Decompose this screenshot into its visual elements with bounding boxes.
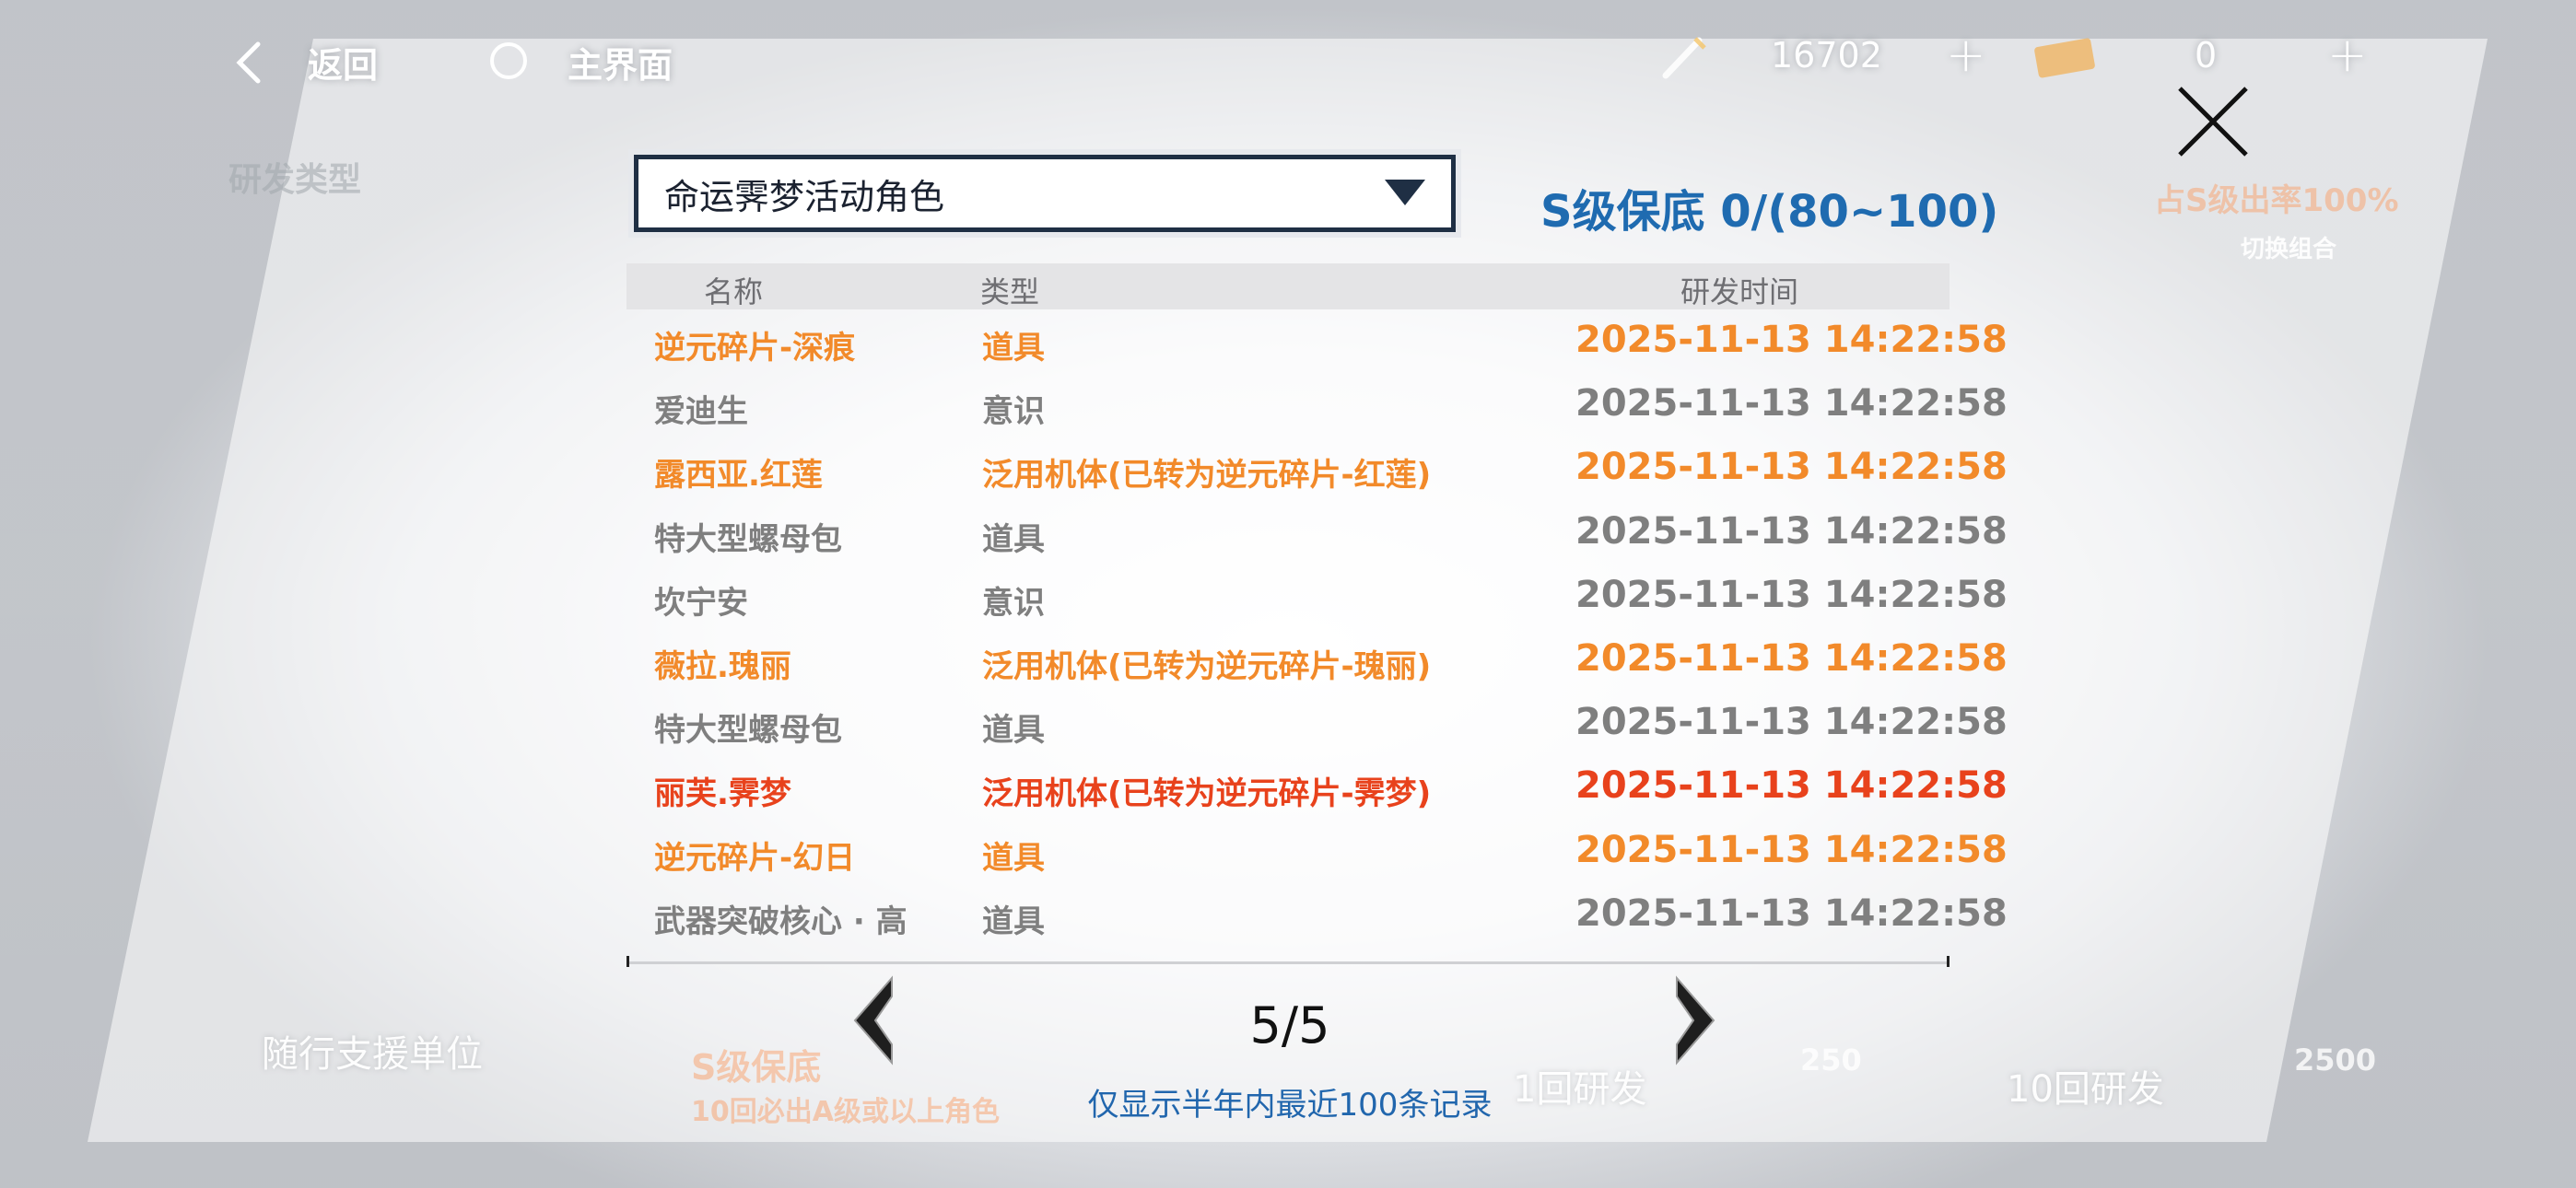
research-type-label: 研发类型: [228, 161, 362, 199]
ten-cost: 2500: [2294, 1042, 2377, 1077]
row-type: 泛用机体(已转为逆元碎片-霁梦): [982, 775, 1432, 813]
row-name: 逆元碎片-幻日: [654, 839, 856, 877]
row-type: 道具: [982, 330, 1045, 367]
row-name: 薇拉.瑰丽: [654, 647, 791, 685]
row-time: 2025-11-13 14:22:58: [1575, 891, 2008, 935]
row-type: 泛用机体(已转为逆元碎片-红莲): [982, 457, 1432, 495]
pen-icon: [1662, 37, 1706, 79]
s-pity-counter: S级保底 0/(80~100): [1540, 186, 1999, 238]
chevron-right-icon: [1676, 975, 1715, 1066]
table-divider: [626, 961, 1950, 964]
back-button[interactable]: 返回: [230, 33, 396, 88]
row-name: 露西亚.红莲: [654, 457, 823, 495]
table-row: 露西亚.红莲 泛用机体(已转为逆元碎片-红莲) 2025-11-13 14:22:5…: [626, 437, 2008, 500]
close-icon: [2178, 87, 2248, 157]
row-time: 2025-11-13 14:22:58: [1575, 573, 2008, 616]
home-label: 主界面: [568, 45, 673, 86]
table-row: 武器突破核心 · 高 道具 2025-11-13 14:22:58: [626, 883, 2008, 947]
next-page-button[interactable]: [1666, 974, 1721, 1066]
currency-2-add-button[interactable]: +: [2327, 28, 2368, 83]
row-time: 2025-11-13 14:22:58: [1575, 382, 2008, 425]
row-time: 2025-11-13 14:22:58: [1575, 509, 2008, 553]
row-name: 武器突破核心 · 高: [654, 903, 907, 940]
row-time: 2025-11-13 14:22:58: [1575, 446, 2008, 489]
row-name: 丽芙.霁梦: [654, 775, 791, 813]
close-button[interactable]: [2172, 81, 2254, 162]
currency-1-value: 16702: [1771, 35, 1882, 76]
column-header-time: 研发时间: [1680, 274, 1799, 309]
row-name: 特大型螺母包: [654, 520, 842, 558]
page-indicator: 5/5: [1249, 996, 1330, 1054]
table-row: 特大型螺母包 道具 2025-11-13 14:22:58: [626, 501, 2008, 565]
row-time: 2025-11-13 14:22:58: [1575, 319, 2008, 361]
table-row: 丽芙.霁梦 泛用机体(已转为逆元碎片-霁梦) 2025-11-13 14:22:58: [626, 755, 2008, 819]
single-cost: 250: [1800, 1042, 1862, 1077]
row-type: 意识: [982, 393, 1045, 431]
row-time: 2025-11-13 14:22:58: [1575, 828, 2008, 871]
table-body: 逆元碎片-深痕 道具 2025-11-13 14:22:58 爱迪生 意识 2025-11…: [626, 309, 2008, 947]
table-row: 坎宁安 意识 2025-11-13 14:22:58: [626, 565, 2008, 628]
currency-2-value: 0: [2195, 35, 2218, 76]
guarantee-text: 10回必出A级或以上角色: [691, 1096, 1000, 1128]
column-header-type: 类型: [980, 274, 1040, 309]
row-time: 2025-11-13 14:22:58: [1575, 636, 2008, 680]
circle-icon: [490, 42, 527, 79]
switch-combo-button[interactable]: 切换组合: [2241, 230, 2336, 264]
row-type: 泛用机体(已转为逆元碎片-瑰丽): [982, 647, 1432, 685]
companion-unit-label: 随行支援单位: [262, 1033, 483, 1076]
banner-select-dropdown[interactable]: 命运霁梦活动角色: [634, 155, 1456, 232]
row-type: 道具: [982, 520, 1045, 558]
triangle-down-icon: [1385, 180, 1425, 205]
s-pity-label: S级保底: [691, 1047, 822, 1088]
table-header: 名称 类型 研发时间: [626, 263, 1950, 309]
chevron-left-icon: [853, 975, 893, 1066]
table-row: 爱迪生 意识 2025-11-13 14:22:58: [626, 373, 2008, 437]
table-row: 特大型螺母包 道具 2025-11-13 14:22:58: [626, 692, 2008, 755]
row-time: 2025-11-13 14:22:58: [1575, 701, 2008, 744]
currency-1-add-button[interactable]: +: [1946, 28, 1986, 83]
prev-page-button[interactable]: [848, 974, 903, 1066]
row-type: 道具: [982, 903, 1045, 940]
divider-tick-right: [1947, 956, 1950, 967]
row-time: 2025-11-13 14:22:58: [1575, 764, 2008, 808]
chevron-left-icon: [236, 41, 261, 84]
table-row: 逆元碎片-深痕 道具 2025-11-13 14:22:58: [626, 309, 2008, 373]
history-table: 名称 类型 研发时间 逆元碎片-深痕 道具 2025-11-13 14:22:58 爱…: [626, 263, 2008, 967]
ten-research-button[interactable]: 10回研发: [2007, 1059, 2164, 1112]
row-name: 爱迪生: [654, 393, 748, 431]
home-button[interactable]: 主界面: [486, 33, 689, 88]
table-row: 逆元碎片-幻日 道具 2025-11-13 14:22:58: [626, 820, 2008, 883]
row-name: 坎宁安: [654, 584, 748, 622]
row-type: 道具: [982, 839, 1045, 877]
column-header-name: 名称: [704, 274, 764, 309]
record-limit-notice: 仅显示半年内最近100条记录: [1087, 1087, 1493, 1124]
rate-up-text: 占S级出率100%: [2154, 182, 2399, 219]
table-row: 薇拉.瑰丽 泛用机体(已转为逆元碎片-瑰丽) 2025-11-13 14:22:58: [626, 628, 2008, 692]
row-name: 特大型螺母包: [654, 712, 842, 750]
row-type: 道具: [982, 712, 1045, 750]
row-type: 意识: [982, 584, 1045, 622]
back-label: 返回: [308, 45, 379, 86]
row-name: 逆元碎片-深痕: [654, 330, 856, 367]
ticket-icon: [2034, 38, 2095, 78]
divider-tick-left: [626, 956, 629, 967]
dropdown-selected-value: 命运霁梦活动角色: [664, 176, 945, 217]
